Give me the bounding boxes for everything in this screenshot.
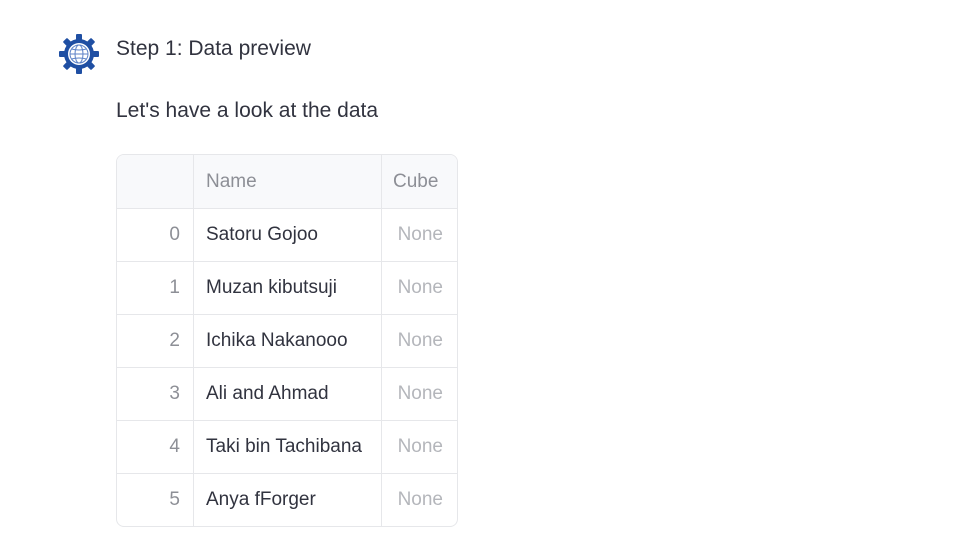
column-header-cube[interactable]: Cube: [381, 155, 457, 209]
cell-name[interactable]: Muzan kibutsuji: [193, 261, 382, 315]
row-index: 3: [117, 367, 194, 421]
cell-name[interactable]: Anya fForger: [193, 473, 382, 526]
column-header-name[interactable]: Name: [193, 155, 382, 209]
gear-globe-icon: [58, 31, 100, 77]
cell-cube[interactable]: None: [381, 420, 457, 474]
cell-name[interactable]: Satoru Gojoo: [193, 208, 382, 262]
step-title: Step 1: Data preview: [116, 37, 311, 60]
table-row: 1 Muzan kibutsuji None: [117, 261, 457, 315]
data-preview-table[interactable]: Name Cube 0 Satoru Gojoo None 1 Muzan ki…: [116, 154, 458, 527]
table-row: 2 Ichika Nakanooo None: [117, 314, 457, 368]
row-index: 0: [117, 208, 194, 262]
row-index: 2: [117, 314, 194, 368]
cell-cube[interactable]: None: [381, 367, 457, 421]
cell-name[interactable]: Ichika Nakanooo: [193, 314, 382, 368]
table-header-row: Name Cube: [117, 155, 457, 209]
table-row: 5 Anya fForger None: [117, 473, 458, 527]
column-header-index[interactable]: [117, 155, 194, 209]
cell-cube[interactable]: None: [381, 261, 457, 315]
table-row: 0 Satoru Gojoo None: [117, 208, 457, 262]
cell-cube[interactable]: None: [381, 314, 457, 368]
row-index: 1: [117, 261, 194, 315]
cell-name[interactable]: Ali and Ahmad: [193, 367, 382, 421]
cell-name[interactable]: Taki bin Tachibana: [193, 420, 382, 474]
table-row: 3 Ali and Ahmad None: [117, 367, 457, 421]
chat-page: Step 1: Data preview Let's have a look a…: [0, 0, 955, 550]
cell-cube[interactable]: None: [381, 208, 457, 262]
table-row: 4 Taki bin Tachibana None: [117, 420, 457, 474]
cell-cube[interactable]: None: [382, 474, 458, 527]
row-index: 5: [117, 473, 194, 526]
row-index: 4: [117, 420, 194, 474]
step-description: Let's have a look at the data: [116, 99, 379, 122]
